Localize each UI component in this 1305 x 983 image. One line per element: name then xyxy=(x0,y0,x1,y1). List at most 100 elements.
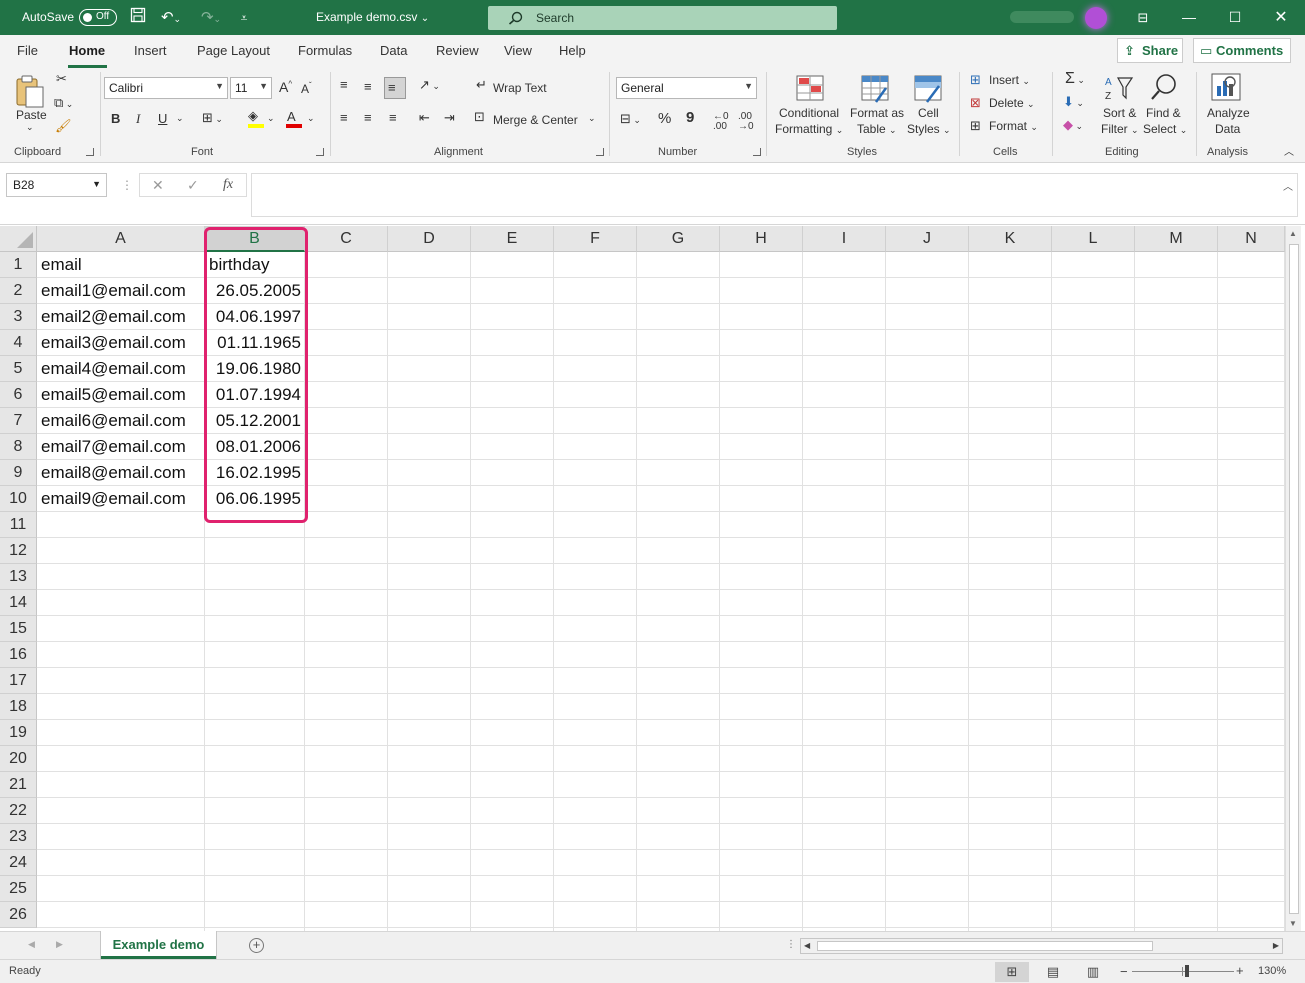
column-header-d[interactable]: D xyxy=(388,226,471,252)
format-as-table-label-1[interactable]: Format as xyxy=(850,106,904,120)
cut-icon[interactable]: ✂ xyxy=(56,72,67,85)
number-format-combo[interactable]: General ▼ xyxy=(616,77,757,99)
enter-icon[interactable]: ✓ xyxy=(187,177,199,194)
merge-center-button[interactable]: Merge & Center xyxy=(493,113,578,127)
ribbon-display-icon[interactable]: ⊟ xyxy=(1120,0,1166,35)
align-top-icon[interactable]: ≡ xyxy=(340,78,348,91)
row-header[interactable]: 18 xyxy=(0,694,37,720)
tab-home[interactable]: Home xyxy=(69,43,105,58)
formula-input[interactable]: ︿ xyxy=(251,173,1298,217)
maximize-button[interactable]: ☐ xyxy=(1212,0,1258,35)
zoom-slider-knob[interactable] xyxy=(1185,965,1189,977)
email-cell[interactable]: email2@email.com xyxy=(37,304,205,330)
row-header[interactable]: 13 xyxy=(0,564,37,590)
save-icon[interactable] xyxy=(128,7,148,29)
birthday-cell[interactable]: 08.01.2006 xyxy=(205,434,305,460)
tab-insert[interactable]: Insert xyxy=(134,43,167,58)
zoom-out-icon[interactable]: − xyxy=(1120,964,1128,979)
orientation-icon[interactable]: ↗ ⌄ xyxy=(419,78,440,91)
row-header[interactable]: 26 xyxy=(0,902,37,928)
next-sheet-icon[interactable]: ▶ xyxy=(56,939,63,950)
underline-button[interactable]: U xyxy=(158,112,167,125)
row-header[interactable]: 2 xyxy=(0,278,37,304)
font-launcher-icon[interactable] xyxy=(316,148,324,156)
name-box[interactable]: B28 ▼ xyxy=(6,173,107,197)
column-header-m[interactable]: M xyxy=(1135,226,1218,252)
increase-decimal-icon[interactable]: ←0.00 xyxy=(713,112,729,132)
column-header-k[interactable]: K xyxy=(969,226,1052,252)
email-cell[interactable]: email5@email.com xyxy=(37,382,205,408)
birthday-cell[interactable]: 01.07.1994 xyxy=(205,382,305,408)
column-header-l[interactable]: L xyxy=(1052,226,1135,252)
row-header[interactable]: 7 xyxy=(0,408,37,434)
email-cell[interactable]: email8@email.com xyxy=(37,460,205,486)
wrap-text-icon[interactable]: ↵ xyxy=(476,78,487,91)
zoom-level[interactable]: 130% xyxy=(1258,965,1286,977)
format-as-table-icon[interactable] xyxy=(860,74,890,106)
customize-qat-icon[interactable]: ⩡ xyxy=(236,7,252,29)
horizontal-scrollbar[interactable]: ◀ ▶ xyxy=(800,938,1283,954)
tab-page-layout[interactable]: Page Layout xyxy=(197,43,270,58)
sort-filter-icon[interactable]: AZ xyxy=(1104,74,1134,104)
tab-review[interactable]: Review xyxy=(436,43,479,58)
birthday-cell[interactable]: 04.06.1997 xyxy=(205,304,305,330)
insert-function-icon[interactable]: fx xyxy=(223,177,233,193)
row-header[interactable]: 5 xyxy=(0,356,37,382)
row-header[interactable]: 21 xyxy=(0,772,37,798)
alignment-launcher-icon[interactable] xyxy=(596,148,604,156)
find-select-label-2[interactable]: Select ⌄ xyxy=(1143,122,1187,136)
column-header-c[interactable]: C xyxy=(305,226,388,252)
paste-label[interactable]: Paste xyxy=(16,108,47,122)
row-header[interactable]: 4 xyxy=(0,330,37,356)
redo-icon[interactable]: ↷⌄ xyxy=(196,7,226,29)
autosave-toggle[interactable]: Off xyxy=(79,9,117,26)
row-header[interactable]: 16 xyxy=(0,642,37,668)
find-select-icon[interactable] xyxy=(1149,72,1179,104)
birthday-cell[interactable]: birthday xyxy=(205,252,305,278)
row-header[interactable]: 11 xyxy=(0,512,37,538)
column-header-h[interactable]: H xyxy=(720,226,803,252)
birthday-cell[interactable]: 26.05.2005 xyxy=(205,278,305,304)
undo-icon[interactable]: ↶⌄ xyxy=(156,7,186,29)
email-cell[interactable]: email7@email.com xyxy=(37,434,205,460)
email-cell[interactable]: email9@email.com xyxy=(37,486,205,512)
row-header[interactable]: 19 xyxy=(0,720,37,746)
prev-sheet-icon[interactable]: ◀ xyxy=(28,939,35,950)
email-cell[interactable]: email6@email.com xyxy=(37,408,205,434)
bold-button[interactable]: B xyxy=(111,112,120,125)
birthday-cell[interactable]: 06.06.1995 xyxy=(205,486,305,512)
row-header[interactable]: 14 xyxy=(0,590,37,616)
close-button[interactable]: ✕ xyxy=(1258,0,1304,35)
chevron-down-icon[interactable]: ⌄ xyxy=(267,114,275,123)
email-cell[interactable]: email1@email.com xyxy=(37,278,205,304)
collapse-ribbon-icon[interactable]: ︿ xyxy=(1284,148,1294,158)
font-size-combo[interactable]: 11 ▼ xyxy=(230,77,272,99)
find-select-label-1[interactable]: Find & xyxy=(1146,106,1181,120)
cancel-icon[interactable]: ✕ xyxy=(152,177,164,194)
column-header-n[interactable]: N xyxy=(1218,226,1285,252)
sheet-tab-example-demo[interactable]: Example demo xyxy=(101,931,216,959)
formula-bar-grip-icon[interactable]: ⋮ xyxy=(121,178,133,192)
tab-view[interactable]: View xyxy=(504,43,532,58)
page-layout-view-icon[interactable]: ▤ xyxy=(1036,962,1070,982)
worksheet-grid[interactable]: A B C D E F G H I J K L M N 1 2 3 4 5 6 7 8 9 10 11 12 13 14 15 16 17 1… xyxy=(0,226,1305,931)
column-header-f[interactable]: F xyxy=(554,226,637,252)
row-header[interactable]: 1 xyxy=(0,252,37,278)
column-header-a[interactable]: A xyxy=(37,226,205,252)
accounting-format-icon[interactable]: ⊟ ⌄ xyxy=(620,112,641,125)
chevron-down-icon[interactable]: ⌄ xyxy=(176,114,184,123)
conditional-formatting-label-2[interactable]: Formatting ⌄ xyxy=(775,122,843,136)
vertical-scrollbar[interactable]: ▲ ▼ xyxy=(1285,226,1301,931)
add-sheet-icon[interactable]: + xyxy=(249,938,264,953)
merge-center-icon[interactable]: ⊡ xyxy=(474,110,485,123)
row-header[interactable]: 6 xyxy=(0,382,37,408)
analyze-data-label-1[interactable]: Analyze xyxy=(1207,106,1250,120)
format-cells-icon[interactable]: ⊞ xyxy=(970,119,981,132)
tab-data[interactable]: Data xyxy=(380,43,407,58)
conditional-formatting-icon[interactable] xyxy=(795,74,825,106)
increase-indent-icon[interactable]: ⇥ xyxy=(444,111,455,124)
tab-formulas[interactable]: Formulas xyxy=(298,43,352,58)
cell-styles-icon[interactable] xyxy=(913,74,943,106)
row-header[interactable]: 12 xyxy=(0,538,37,564)
sort-filter-label-1[interactable]: Sort & xyxy=(1103,106,1136,120)
